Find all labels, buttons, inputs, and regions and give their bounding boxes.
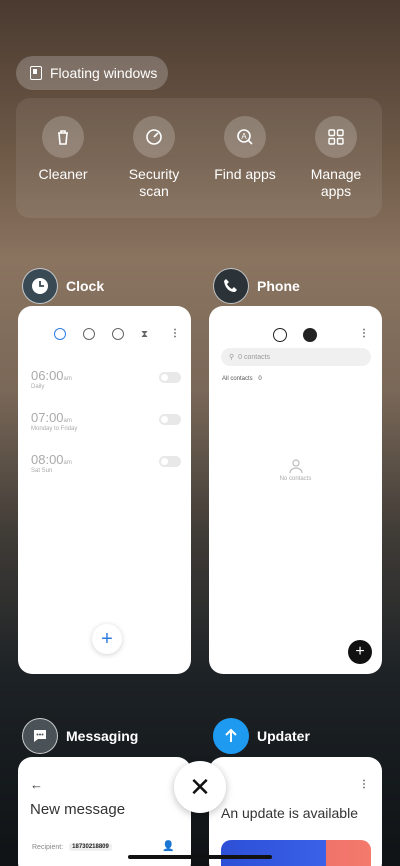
security-scan-button[interactable]: Security scan: [109, 116, 199, 200]
updater-app-card[interactable]: ⋮ An update is available: [209, 757, 382, 866]
phone-app-title: Phone: [257, 278, 300, 294]
messaging-app-title: Messaging: [66, 728, 139, 744]
alarm-time: 06:00: [31, 368, 64, 383]
update-available-text: An update is available: [221, 805, 358, 821]
svg-text:A: A: [241, 132, 247, 141]
alarm-tab-icon[interactable]: [54, 328, 66, 340]
alarm-ampm: am: [63, 418, 72, 424]
clock-app-card[interactable]: ⧗ ⋮ 06:00am Daily 07:00am Monday to Frid…: [18, 306, 191, 674]
alarm-ampm: am: [63, 376, 72, 382]
manage-apps-button[interactable]: Manage apps: [291, 116, 381, 200]
phone-app-icon: [213, 268, 249, 304]
find-apps-icon: A: [224, 116, 266, 158]
alarm-ampm: am: [63, 460, 72, 466]
person-icon: [288, 459, 303, 474]
messaging-app-icon: [22, 718, 58, 754]
back-arrow-icon[interactable]: ←: [30, 777, 43, 792]
add-alarm-button[interactable]: +: [92, 624, 122, 654]
floating-window-icon: [30, 66, 42, 80]
contact-picker-icon[interactable]: 👤: [162, 841, 174, 852]
updater-app-icon: [213, 718, 249, 754]
stopwatch-tab-icon[interactable]: [112, 328, 124, 340]
update-banner-image: [221, 840, 371, 866]
plus-icon: +: [101, 627, 113, 650]
home-indicator[interactable]: [128, 855, 272, 859]
floating-windows-button[interactable]: Floating windows: [16, 56, 168, 90]
alarm-repeat: Monday to Friday: [31, 426, 78, 432]
search-icon: ⚲: [229, 354, 235, 361]
world-clock-tab-icon[interactable]: [83, 328, 95, 340]
updater-app-header[interactable]: Updater: [213, 718, 310, 754]
trash-icon: [42, 116, 84, 158]
alarm-repeat: Sat Sun: [31, 468, 53, 474]
updater-app-title: Updater: [257, 728, 310, 744]
alarm-repeat: Daily: [31, 384, 45, 390]
empty-contacts-state: No contacts: [209, 458, 382, 482]
alarm-toggle[interactable]: [159, 456, 181, 467]
quick-actions-panel: Cleaner Security scan A Find apps Manage…: [16, 98, 382, 218]
cleaner-label: Cleaner: [38, 166, 88, 182]
add-contact-button[interactable]: +: [348, 640, 372, 664]
phone-app-header[interactable]: Phone: [213, 268, 300, 304]
all-contacts-label: All contacts: [222, 376, 253, 382]
all-contacts-count: 0: [258, 376, 262, 382]
contacts-tab-icon[interactable]: [303, 328, 317, 342]
recipient-row[interactable]: Recipient: 18730218809: [32, 843, 112, 851]
floating-windows-label: Floating windows: [50, 65, 158, 81]
clock-app-header[interactable]: Clock: [22, 268, 104, 304]
alarm-item[interactable]: 07:00am Monday to Friday: [31, 410, 181, 432]
more-options-icon[interactable]: ⋮: [359, 779, 369, 790]
messaging-app-card[interactable]: ← New message Recipient: 18730218809 👤: [18, 757, 191, 866]
cleaner-button[interactable]: Cleaner: [18, 116, 108, 183]
recipient-label: Recipient:: [32, 843, 64, 851]
clock-app-title: Clock: [66, 278, 105, 294]
plus-icon: +: [355, 643, 365, 660]
alarm-item[interactable]: 08:00am Sat Sun: [31, 452, 181, 474]
messaging-app-header[interactable]: Messaging: [22, 718, 138, 754]
contacts-search-placeholder: 0 contacts: [238, 353, 271, 361]
clock-app-icon: [22, 268, 58, 304]
close-all-button[interactable]: ✕: [174, 761, 226, 813]
contacts-search-input[interactable]: ⚲ 0 contacts: [221, 348, 371, 366]
phone-app-card[interactable]: ⋮ ⚲ 0 contacts All contacts 0 No contact…: [209, 306, 382, 674]
alarm-item[interactable]: 06:00am Daily: [31, 368, 181, 390]
dialer-tab-icon[interactable]: [273, 328, 287, 342]
more-options-icon[interactable]: ⋮: [359, 328, 369, 339]
more-options-icon[interactable]: ⋮: [170, 328, 180, 339]
alarm-time: 08:00: [31, 452, 64, 467]
manage-apps-label: Manage apps: [310, 166, 362, 199]
find-apps-label: Find apps: [214, 166, 276, 182]
new-message-title: New message: [30, 801, 126, 818]
timer-tab-icon[interactable]: ⧗: [141, 329, 148, 340]
all-contacts-filter[interactable]: All contacts 0: [222, 376, 262, 382]
grid-icon: [315, 116, 357, 158]
no-contacts-text: No contacts: [279, 476, 312, 482]
alarm-toggle[interactable]: [159, 414, 181, 425]
shield-check-icon: [133, 116, 175, 158]
alarm-time: 07:00: [31, 410, 64, 425]
find-apps-button[interactable]: A Find apps: [200, 116, 290, 183]
alarm-toggle[interactable]: [159, 372, 181, 383]
security-scan-label: Security scan: [128, 166, 180, 199]
close-icon: ✕: [189, 771, 211, 802]
recipient-chip[interactable]: 18730218809: [69, 843, 112, 851]
